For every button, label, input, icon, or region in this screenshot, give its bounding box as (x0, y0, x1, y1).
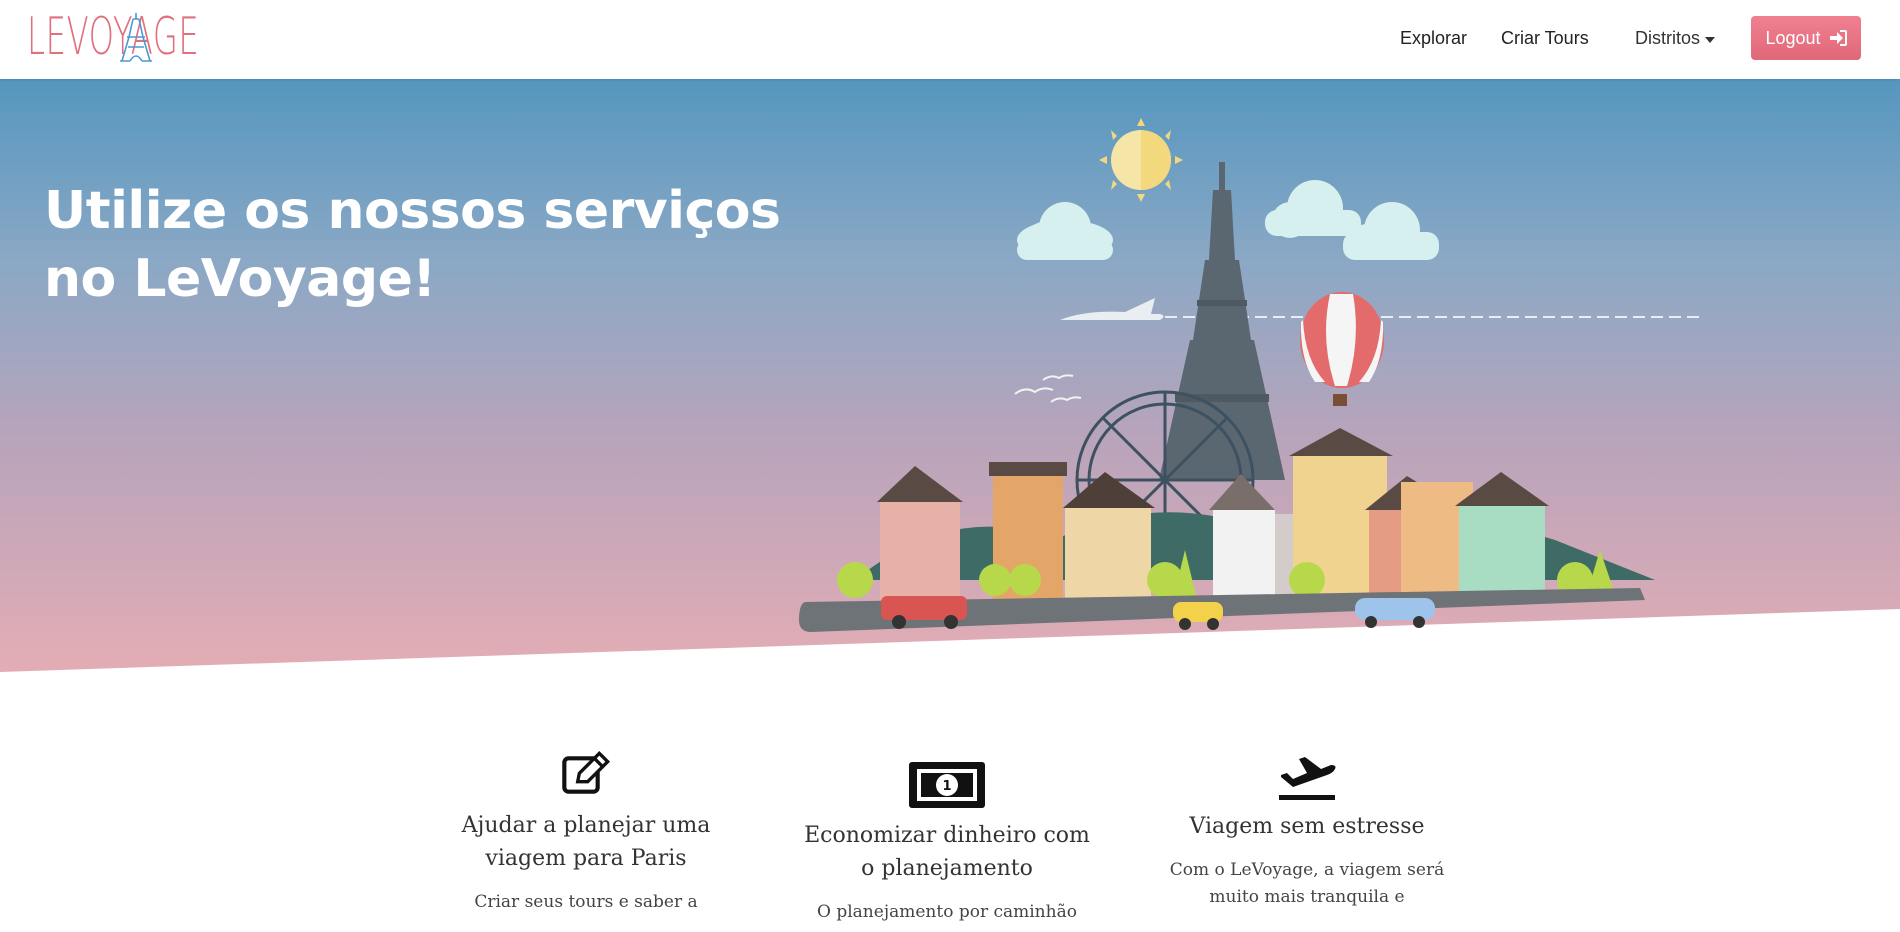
nav-districts-label: Distritos (1635, 28, 1701, 48)
feature-plan: Ajudar a planejar uma viagem para Paris … (436, 750, 736, 916)
sun-icon (1099, 118, 1183, 202)
money-bill-icon: 1 (909, 762, 985, 808)
plane-departure-icon (1279, 757, 1336, 800)
feature-title: Viagem sem estresse (1189, 814, 1425, 839)
feature-title: Ajudar a planejar uma viagem para Paris (461, 813, 711, 871)
svg-text:1: 1 (942, 779, 951, 794)
cloud-icon (1265, 180, 1361, 238)
feature-description: Criar seus tours e saber a (474, 892, 698, 912)
nav-create-tours-link[interactable]: Criar Tours (1501, 28, 1589, 49)
birds-icon (1014, 374, 1082, 403)
nav-explore-link[interactable]: Explorar (1400, 28, 1467, 49)
navbar: LEVOYAGE Explorar Criar Tours Distritos … (0, 0, 1900, 79)
eiffel-tower-logo-icon (120, 13, 152, 62)
airplane-icon (1060, 298, 1700, 320)
levoyage-logo[interactable]: LEVOYAGE (27, 11, 199, 63)
feature-title: Economizar dinheiro com o planejamento (804, 823, 1090, 881)
caret-down-icon (1705, 36, 1716, 43)
logo-text: LEVOYAGE (27, 7, 200, 67)
car-icon (1355, 598, 1435, 628)
feature-description: Com o LeVoyage, a viagem será muito mais… (1169, 860, 1445, 907)
paris-city-illustration (799, 118, 1700, 632)
car-icon (1173, 602, 1223, 630)
sign-in-icon (1829, 30, 1847, 46)
edit-icon (562, 750, 611, 794)
cloud-icon (1017, 202, 1113, 260)
nav-districts-dropdown[interactable]: Distritos (1635, 28, 1716, 49)
feature-stress-free: Viagem sem estresse Com o LeVoyage, a vi… (1157, 755, 1457, 911)
logout-button[interactable]: Logout (1751, 16, 1861, 60)
hot-air-balloon-icon (1300, 292, 1384, 406)
logout-label: Logout (1765, 27, 1821, 48)
cloud-icon (1343, 202, 1439, 260)
feature-save-money: 1 Economizar dinheiro com o planejamento… (797, 760, 1097, 926)
hero-title: Utilize os nossos serviços no LeVoyage! (44, 181, 781, 309)
eiffel-tower-icon (1159, 162, 1285, 480)
feature-description: O planejamento por caminhão (817, 902, 1077, 922)
